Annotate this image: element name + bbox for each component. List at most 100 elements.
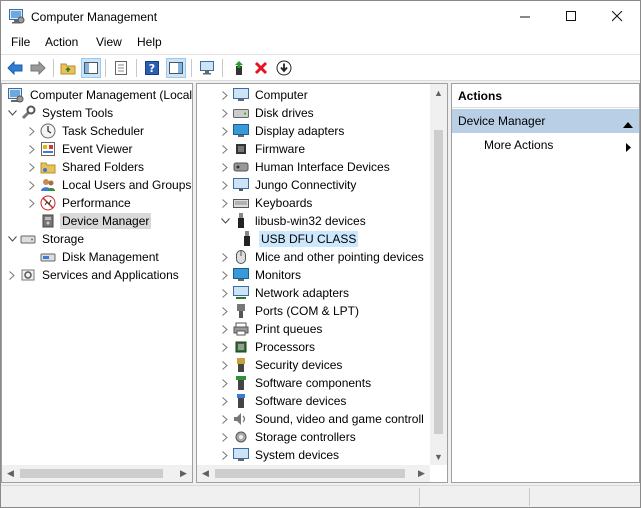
device-label: Software devices xyxy=(255,394,347,408)
device-category-monitors[interactable]: Monitors xyxy=(219,266,303,284)
chevron-right-icon[interactable] xyxy=(219,284,231,302)
scroll-right-icon[interactable]: ▶ xyxy=(175,465,192,482)
tree-item-services-and-applications[interactable]: Services and Applications xyxy=(6,266,181,284)
chevron-right-icon[interactable] xyxy=(219,356,231,374)
device-category-mice-and-other-pointing-devices[interactable]: Mice and other pointing devices xyxy=(219,248,426,266)
device-category-jungo-connectivity[interactable]: Jungo Connectivity xyxy=(219,176,358,194)
more-actions-item[interactable]: More Actions xyxy=(484,138,553,152)
maximize-button[interactable] xyxy=(548,1,594,32)
title-bar: Computer Management xyxy=(1,1,640,32)
minimize-button[interactable] xyxy=(502,1,548,32)
show-hide-console-tree-button[interactable] xyxy=(81,58,101,78)
device-category-firmware[interactable]: Firmware xyxy=(219,140,307,158)
chevron-right-icon[interactable] xyxy=(219,392,231,410)
tree-item-task-scheduler[interactable]: Task Scheduler xyxy=(26,122,146,140)
chevron-right-icon[interactable] xyxy=(219,428,231,446)
device-category-security-devices[interactable]: Security devices xyxy=(219,356,344,374)
device-category-usb-dfu-class[interactable]: USB DFU CLASS xyxy=(237,230,359,248)
back-button[interactable] xyxy=(5,58,25,78)
update-driver-button[interactable] xyxy=(229,58,249,78)
chevron-down-icon[interactable] xyxy=(6,104,18,122)
device-list-horizontal-scrollbar[interactable]: ◀ ▶ xyxy=(197,465,430,482)
scroll-down-icon[interactable]: ▼ xyxy=(430,448,447,465)
chevron-right-icon[interactable] xyxy=(219,140,231,158)
scroll-up-icon[interactable]: ▲ xyxy=(430,84,447,101)
help-button[interactable]: ? xyxy=(142,58,162,78)
left-pane-horizontal-scrollbar[interactable]: ◀ ▶ xyxy=(2,465,192,482)
chevron-right-icon[interactable] xyxy=(219,302,231,320)
chevron-right-icon[interactable] xyxy=(26,140,38,158)
chevron-right-icon[interactable] xyxy=(219,248,231,266)
close-button[interactable] xyxy=(594,1,640,32)
chevron-down-icon[interactable] xyxy=(6,230,18,248)
chevron-right-icon[interactable] xyxy=(219,266,231,284)
left-pane-scroll-thumb[interactable] xyxy=(20,469,163,478)
chevron-right-icon[interactable] xyxy=(219,104,231,122)
device-category-software-devices[interactable]: Software devices xyxy=(219,392,348,410)
tree-item-performance[interactable]: Performance xyxy=(26,194,133,212)
device-category-human-interface-devices[interactable]: Human Interface Devices xyxy=(219,158,392,176)
menu-action[interactable]: Action xyxy=(45,35,78,49)
uninstall-device-button[interactable] xyxy=(251,58,271,78)
menu-file[interactable]: File xyxy=(11,35,30,49)
scan-hardware-changes-button[interactable] xyxy=(197,58,217,78)
chevron-right-icon[interactable] xyxy=(26,194,38,212)
chevron-down-icon[interactable] xyxy=(219,212,231,230)
tree-item-disk-management[interactable]: Disk Management xyxy=(38,248,161,266)
up-one-level-button[interactable] xyxy=(58,58,78,78)
device-category-keyboards[interactable]: Keyboards xyxy=(219,194,314,212)
chevron-right-icon[interactable] xyxy=(219,410,231,428)
chevron-right-icon[interactable] xyxy=(219,194,231,212)
disable-device-button[interactable] xyxy=(274,58,294,78)
tree-item-event-viewer[interactable]: Event Viewer xyxy=(26,140,134,158)
chevron-right-icon[interactable] xyxy=(219,320,231,338)
chevron-right-icon[interactable] xyxy=(26,158,38,176)
tree-item-local-users-and-groups[interactable]: Local Users and Groups xyxy=(26,176,192,194)
services-icon xyxy=(20,267,36,283)
submenu-arrow-icon[interactable] xyxy=(626,141,631,155)
device-category-ports-com-lpt[interactable]: Ports (COM & LPT) xyxy=(219,302,361,320)
device-list-scroll-thumb[interactable] xyxy=(434,130,443,434)
device-category-libusb-win32-devices[interactable]: libusb-win32 devices xyxy=(219,212,368,230)
chevron-right-icon[interactable] xyxy=(6,266,18,284)
tree-item-system-tools[interactable]: System Tools xyxy=(6,104,115,122)
chevron-right-icon[interactable] xyxy=(26,176,38,194)
tree-item-shared-folders[interactable]: Shared Folders xyxy=(26,158,146,176)
device-category-storage-controllers[interactable]: Storage controllers xyxy=(219,428,358,446)
scroll-left-icon[interactable]: ◀ xyxy=(2,465,19,482)
menu-view[interactable]: View xyxy=(96,35,122,49)
menu-help[interactable]: Help xyxy=(137,35,162,49)
properties-button[interactable] xyxy=(111,58,131,78)
chevron-right-icon[interactable] xyxy=(219,338,231,356)
tree-item-storage[interactable]: Storage xyxy=(6,230,86,248)
device-list-h-scroll-thumb[interactable] xyxy=(215,469,405,478)
chevron-right-icon[interactable] xyxy=(219,158,231,176)
scroll-left-icon[interactable]: ◀ xyxy=(197,465,214,482)
chevron-right-icon[interactable] xyxy=(219,86,231,104)
device-list-vertical-scrollbar[interactable]: ▲ ▼ xyxy=(430,84,447,465)
jungo-connectivity-icon xyxy=(233,177,249,193)
tree-item-computer-management[interactable]: Computer Management (Local xyxy=(6,86,192,104)
chevron-right-icon[interactable] xyxy=(26,122,38,140)
device-category-system-devices[interactable]: System devices xyxy=(219,446,341,464)
chevron-right-icon[interactable] xyxy=(219,374,231,392)
collapse-triangle-icon[interactable] xyxy=(623,117,633,131)
chevron-right-icon[interactable] xyxy=(219,122,231,140)
device-category-disk-drives[interactable]: Disk drives xyxy=(219,104,316,122)
device-category-software-components[interactable]: Software components xyxy=(219,374,373,392)
device-category-network-adapters[interactable]: Network adapters xyxy=(219,284,351,302)
device-category-sound-video-and-game-controllers[interactable]: Sound, video and game controll xyxy=(219,410,426,428)
device-label: Sound, video and game controll xyxy=(255,412,424,426)
forward-button[interactable] xyxy=(28,58,48,78)
device-category-computer[interactable]: Computer xyxy=(219,86,310,104)
device-label: Ports (COM & LPT) xyxy=(255,304,360,318)
device-category-print-queues[interactable]: Print queues xyxy=(219,320,324,338)
show-hide-action-pane-button[interactable] xyxy=(166,58,186,78)
actions-section-device-manager[interactable]: Device Manager xyxy=(452,109,639,133)
chevron-right-icon[interactable] xyxy=(219,446,231,464)
scroll-right-icon[interactable]: ▶ xyxy=(413,465,430,482)
device-category-processors[interactable]: Processors xyxy=(219,338,317,356)
tree-item-device-manager[interactable]: Device Manager xyxy=(38,212,152,230)
chevron-right-icon[interactable] xyxy=(219,176,231,194)
device-category-display-adapters[interactable]: Display adapters xyxy=(219,122,346,140)
